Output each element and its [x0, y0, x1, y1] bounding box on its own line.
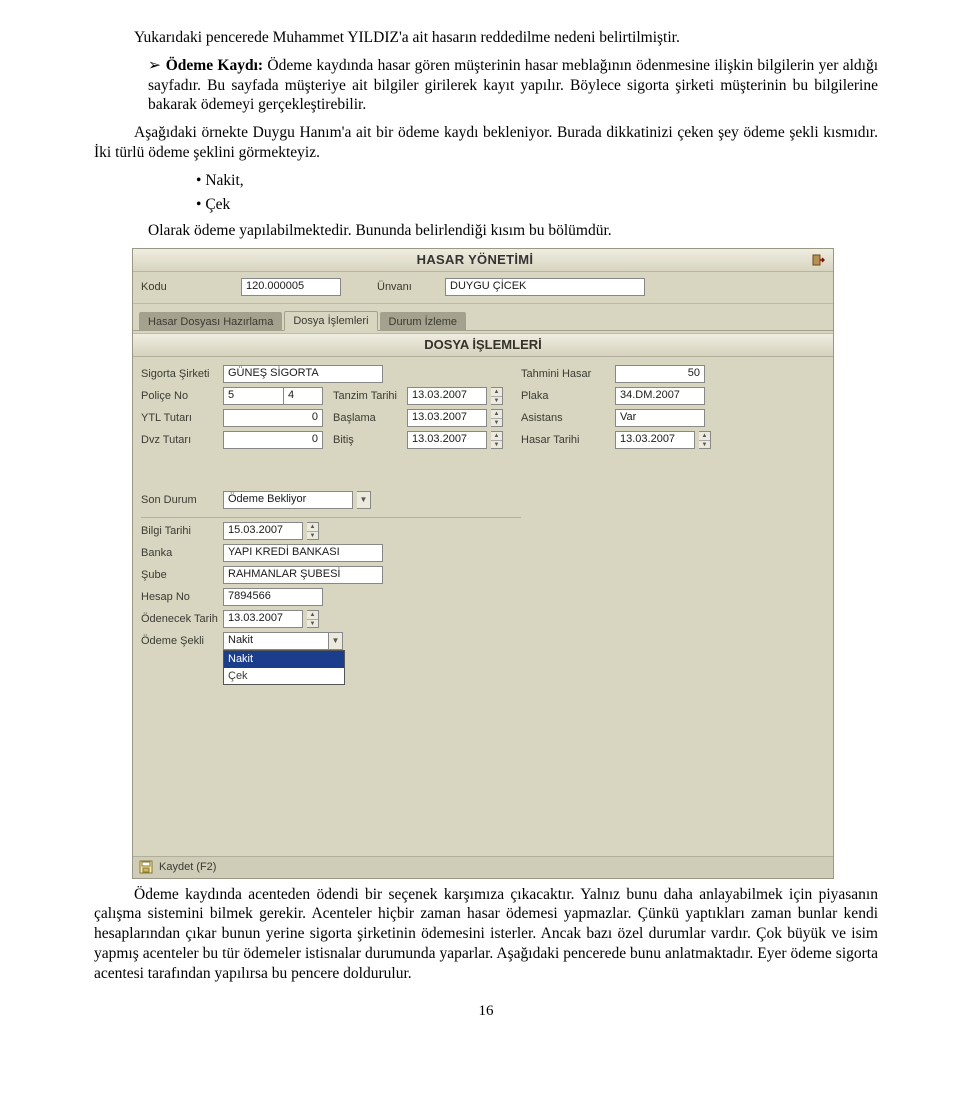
arrow-icon: ➢ — [148, 57, 166, 74]
hasar-tarihi-label: Hasar Tarihi — [521, 433, 611, 447]
police-a-field[interactable]: 5 — [223, 387, 283, 405]
police-label: Poliçe No — [141, 389, 219, 403]
ytl-field[interactable]: 0 — [223, 409, 323, 427]
paragraph-4: Olarak ödeme yapılabilmektedir. Bununda … — [148, 221, 878, 241]
dropdown-icon[interactable]: ▼ — [357, 491, 371, 509]
tanzim-spinner[interactable]: ▲▼ — [491, 387, 503, 405]
option-cek[interactable]: Çek — [224, 668, 344, 684]
chevron-down-icon: ▼ — [307, 532, 318, 540]
banka-label: Banka — [141, 546, 219, 560]
form-area: Sigorta Şirketi GÜNEŞ SİGORTA Poliçe No … — [133, 357, 833, 656]
hasar-yonetimi-window: HASAR YÖNETİMİ Kodu 120.000005 Ünvanı DU… — [132, 248, 834, 878]
exit-icon[interactable] — [811, 252, 827, 268]
unvani-label: Ünvanı — [377, 280, 437, 294]
tab-durum-izleme[interactable]: Durum İzleme — [380, 312, 466, 331]
chevron-down-icon: ▼ — [491, 397, 502, 405]
document-page: Yukarıdaki pencerede Muhammet YILDIZ'a a… — [0, 0, 960, 1061]
disk-icon — [139, 860, 153, 874]
hesap-field[interactable]: 7894566 — [223, 588, 323, 606]
dropdown-icon: ▼ — [329, 632, 343, 650]
window-titlebar: HASAR YÖNETİMİ — [133, 249, 833, 272]
section-header: DOSYA İŞLEMLERİ — [133, 333, 833, 357]
bilgi-label: Bilgi Tarihi — [141, 524, 219, 538]
chevron-down-icon: ▼ — [491, 441, 502, 449]
chevron-up-icon: ▲ — [491, 388, 502, 397]
chevron-up-icon: ▲ — [307, 611, 318, 620]
baslama-spinner[interactable]: ▲▼ — [491, 409, 503, 427]
bitis-field[interactable]: 13.03.2007 — [407, 431, 487, 449]
divider — [141, 517, 521, 518]
dvz-label: Dvz Tutarı — [141, 433, 219, 447]
empty-space — [133, 656, 833, 856]
baslama-label: Başlama — [333, 411, 403, 425]
bilgi-field[interactable]: 15.03.2007 — [223, 522, 303, 540]
paragraph-5: Ödeme kaydında acenteden ödendi bir seçe… — [94, 885, 878, 984]
sigorta-sirketi-field[interactable]: GÜNEŞ SİGORTA — [223, 365, 383, 383]
bitis-spinner[interactable]: ▲▼ — [491, 431, 503, 449]
odeme-kaydi-label: Ödeme Kaydı: — [166, 57, 263, 74]
chevron-up-icon: ▲ — [307, 523, 318, 532]
bullet-cek: Çek — [214, 195, 878, 215]
bilgi-spinner[interactable]: ▲▼ — [307, 522, 319, 540]
spacer — [141, 453, 521, 491]
chevron-down-icon: ▼ — [491, 419, 502, 427]
bitis-label: Bitiş — [333, 433, 403, 447]
sigorta-sirketi-label: Sigorta Şirketi — [141, 367, 219, 381]
chevron-up-icon: ▲ — [699, 432, 710, 441]
police-b-field[interactable]: 4 — [283, 387, 323, 405]
option-nakit[interactable]: Nakit — [224, 651, 344, 667]
tab-hasar-dosyasi[interactable]: Hasar Dosyası Hazırlama — [139, 312, 282, 331]
kodu-field[interactable]: 120.000005 — [241, 278, 341, 296]
save-button[interactable]: Kaydet (F2) — [159, 860, 216, 874]
chevron-up-icon: ▲ — [491, 432, 502, 441]
page-number: 16 — [94, 1002, 878, 1021]
tahmini-label: Tahmini Hasar — [521, 367, 611, 381]
bullet-nakit: Nakit, — [214, 171, 878, 191]
odeme-sekli-field: Nakit — [223, 632, 329, 650]
odenecek-spinner[interactable]: ▲▼ — [307, 610, 319, 628]
sube-label: Şube — [141, 568, 219, 582]
bullet-odeme-kaydi: ➢ Ödeme Kaydı: Ödeme kaydında hasar göre… — [148, 56, 878, 115]
baslama-field[interactable]: 13.03.2007 — [407, 409, 487, 427]
divider — [133, 303, 833, 304]
dropdown-options: Nakit Çek — [223, 650, 345, 684]
odenecek-label: Ödenecek Tarih — [141, 612, 219, 626]
tab-dosya-islemleri[interactable]: Dosya İşlemleri — [284, 311, 377, 331]
kodu-label: Kodu — [141, 280, 233, 294]
chevron-down-icon: ▼ — [307, 620, 318, 628]
son-durum-label: Son Durum — [141, 493, 219, 507]
dvz-field[interactable]: 0 — [223, 431, 323, 449]
tahmini-field[interactable]: 50 — [615, 365, 705, 383]
odeme-sekli-label: Ödeme Şekli — [141, 634, 219, 648]
tanzim-field[interactable]: 13.03.2007 — [407, 387, 487, 405]
banka-field[interactable]: YAPI KREDİ BANKASI — [223, 544, 383, 562]
paragraph-1: Yukarıdaki pencerede Muhammet YILDIZ'a a… — [94, 28, 878, 48]
sube-field[interactable]: RAHMANLAR ŞUBESİ — [223, 566, 383, 584]
hesap-label: Hesap No — [141, 590, 219, 604]
asistans-field[interactable]: Var — [615, 409, 705, 427]
plaka-field[interactable]: 34.DM.2007 — [615, 387, 705, 405]
tab-bar: Hasar Dosyası Hazırlama Dosya İşlemleri … — [133, 308, 833, 331]
ytl-label: YTL Tutarı — [141, 411, 219, 425]
section-title-text: DOSYA İŞLEMLERİ — [133, 337, 833, 354]
unvani-field[interactable]: DUYGU ÇİCEK — [445, 278, 645, 296]
chevron-down-icon: ▼ — [699, 441, 710, 449]
window-title: HASAR YÖNETİMİ — [139, 252, 811, 269]
plaka-label: Plaka — [521, 389, 611, 403]
asistans-label: Asistans — [521, 411, 611, 425]
hasar-tarihi-field[interactable]: 13.03.2007 — [615, 431, 695, 449]
form-left-column: Sigorta Şirketi GÜNEŞ SİGORTA Poliçe No … — [141, 365, 521, 654]
chevron-up-icon: ▲ — [491, 410, 502, 419]
odeme-sekli-dropdown[interactable]: Nakit ▼ Nakit Çek — [223, 632, 383, 650]
paragraph-3: Aşağıdaki örnekte Duygu Hanım'a ait bir … — [94, 123, 878, 163]
odenecek-field[interactable]: 13.03.2007 — [223, 610, 303, 628]
tanzim-label: Tanzim Tarihi — [333, 389, 403, 403]
form-right-column: Tahmini Hasar 50 Plaka 34.DM.2007 Asista… — [521, 365, 825, 654]
son-durum-field[interactable]: Ödeme Bekliyor — [223, 491, 353, 509]
header-row: Kodu 120.000005 Ünvanı DUYGU ÇİCEK — [133, 272, 833, 302]
bottom-toolbar: Kaydet (F2) — [133, 856, 833, 877]
hasar-tarihi-spinner[interactable]: ▲▼ — [699, 431, 711, 449]
